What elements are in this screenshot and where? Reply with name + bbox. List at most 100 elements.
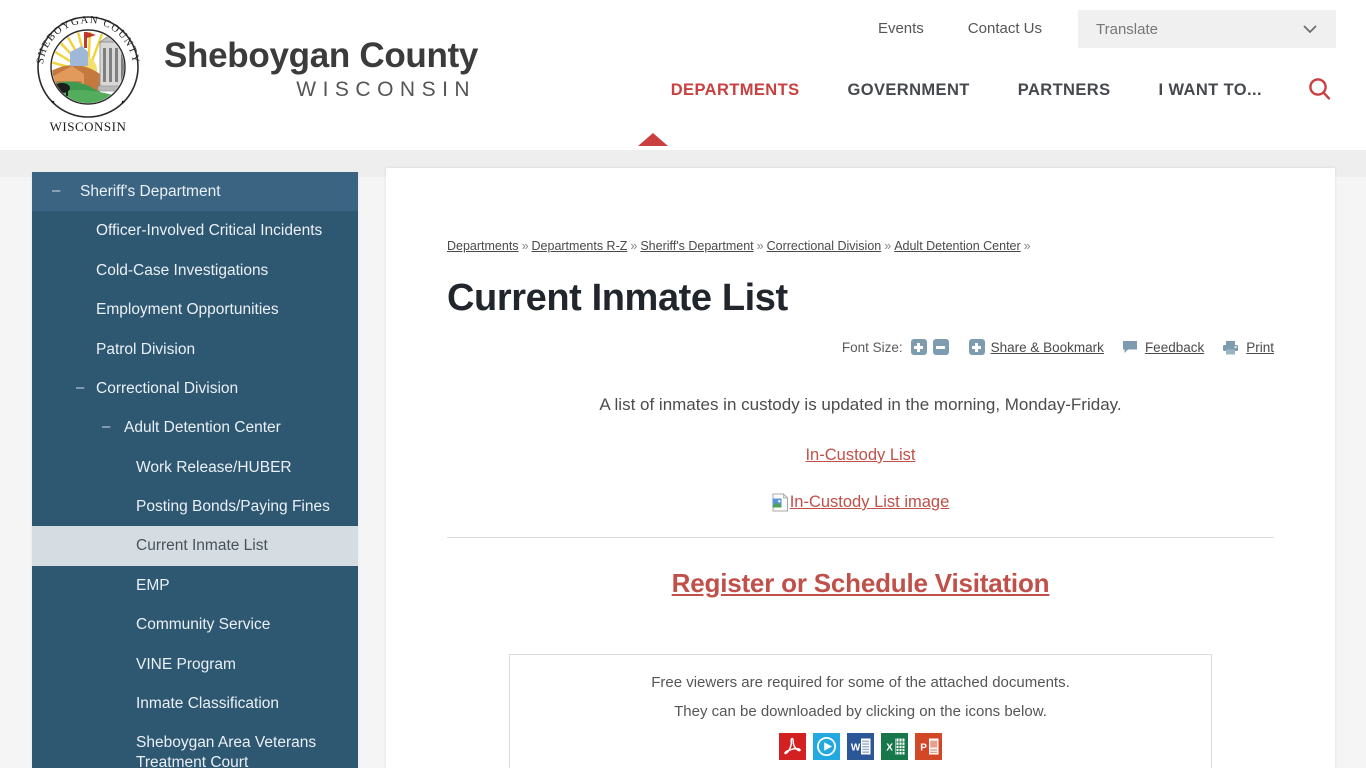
breadcrumb-separator: » <box>521 239 529 253</box>
free-viewer-icon-list: W X P <box>520 733 1201 761</box>
sidebar-item-sheriffs-department[interactable]: – Sheriff's Department <box>32 172 358 212</box>
increase-font-size-button[interactable] <box>910 339 927 356</box>
windows-media-player-icon <box>813 733 840 761</box>
sidebar-item-label: Cold-Case Investigations <box>96 261 269 279</box>
breadcrumb-link-correctional-division[interactable]: Correctional Division <box>767 239 882 253</box>
sidebar-item-label: Current Inmate List <box>136 537 268 555</box>
print-link[interactable]: Print <box>1246 340 1274 355</box>
sidebar-item-officer-involved-critical-incidents[interactable]: Officer-Involved Critical Incidents <box>32 211 358 250</box>
page-body: – Sheriff's Department Officer-Involved … <box>0 150 1366 768</box>
sidebar-item-inmate-classification[interactable]: Inmate Classification <box>32 684 358 723</box>
in-custody-list-image-link[interactable]: In-Custody List image <box>790 493 950 512</box>
utility-nav: Events Contact Us Translate <box>856 10 1336 48</box>
printer-icon <box>1222 340 1239 355</box>
in-custody-list-image-link-wrapper: In-Custody List image <box>447 493 1274 512</box>
sidebar-item-label: Employment Opportunities <box>96 301 279 319</box>
utility-link-contact-us[interactable]: Contact Us <box>946 10 1064 48</box>
active-nav-caret-icon <box>638 133 668 146</box>
breadcrumb-separator: » <box>756 239 764 253</box>
breadcrumb-separator: » <box>884 239 892 253</box>
nav-item-i-want-to[interactable]: I WANT TO... <box>1135 71 1287 109</box>
adobe-acrobat-reader-link[interactable] <box>779 733 806 761</box>
chevron-down-icon <box>1303 25 1317 33</box>
sidebar-item-posting-bonds-paying-fines[interactable]: Posting Bonds/Paying Fines <box>32 487 358 526</box>
org-state: WISCONSIN <box>296 78 477 102</box>
sidebar-item-label: Correctional Division <box>96 379 239 397</box>
sidebar-item-label: EMP <box>136 576 170 594</box>
search-button[interactable] <box>1300 70 1340 110</box>
sidebar-item-label: Sheboygan Area Veterans Treatment Court <box>136 734 317 768</box>
sidebar-item-correctional-division[interactable]: – Correctional Division <box>32 369 358 408</box>
sidebar-item-cold-case-investigations[interactable]: Cold-Case Investigations <box>32 251 358 290</box>
plus-square-icon-v <box>917 342 920 352</box>
search-icon <box>1309 78 1331 100</box>
free-viewers-line-2: They can be downloaded by clicking on th… <box>674 703 1047 721</box>
sidebar-item-label: Inmate Classification <box>136 694 280 712</box>
nav-item-government[interactable]: GOVERNMENT <box>824 71 994 109</box>
site-wordmark: Sheboygan County WISCONSIN <box>164 35 479 111</box>
sidebar-item-label: VINE Program <box>136 655 236 673</box>
minus-square-icon <box>936 346 946 349</box>
sidebar-item-label: Work Release/HUBER <box>136 458 292 476</box>
feedback-link[interactable]: Feedback <box>1145 340 1204 355</box>
sidebar-item-label: Adult Detention Center <box>124 419 281 437</box>
speech-bubble-icon <box>1122 340 1138 354</box>
share-bookmark-link[interactable]: Share & Bookmark <box>991 340 1104 355</box>
nav-item-departments[interactable]: DEPARTMENTS <box>647 71 824 109</box>
translate-label: Translate <box>1096 20 1158 38</box>
sidebar-item-patrol-division[interactable]: Patrol Division <box>32 330 358 369</box>
breadcrumb-link-sheriffs-department[interactable]: Sheriff's Department <box>640 239 753 253</box>
utility-link-events[interactable]: Events <box>856 10 946 48</box>
translate-select[interactable]: Translate <box>1078 10 1336 48</box>
section-sidebar-nav: – Sheriff's Department Officer-Involved … <box>32 172 358 768</box>
county-seal-icon: SHEBOYGAN COUNTY WISCONSIN <box>35 15 139 134</box>
microsoft-powerpoint-viewer-icon: P <box>915 733 942 761</box>
in-custody-list-link[interactable]: In-Custody List <box>447 446 1274 465</box>
svg-text:P: P <box>920 743 927 754</box>
breadcrumb-link-departments[interactable]: Departments <box>447 239 519 253</box>
site-header: SHEBOYGAN COUNTY WISCONSIN Sheboygan Cou… <box>0 0 1366 150</box>
microsoft-excel-viewer-link[interactable]: X <box>881 733 908 761</box>
sidebar-item-label: Patrol Division <box>96 340 196 358</box>
sidebar-item-current-inmate-list[interactable]: Current Inmate List <box>32 526 358 566</box>
svg-text:W: W <box>851 743 861 754</box>
windows-media-player-link[interactable] <box>813 733 840 761</box>
breadcrumb-link-adult-detention-center[interactable]: Adult Detention Center <box>894 239 1020 253</box>
org-name: Sheboygan County <box>164 35 479 75</box>
sidebar-item-label: Community Service <box>136 616 271 634</box>
microsoft-word-viewer-icon: W <box>847 733 874 761</box>
free-viewers-box: Free viewers are required for some of th… <box>509 653 1212 768</box>
collapse-dash-icon: – <box>76 378 85 396</box>
sidebar-item-adult-detention-center[interactable]: – Adult Detention Center <box>32 408 358 447</box>
breadcrumb-separator-trailing: » <box>1023 239 1031 253</box>
microsoft-powerpoint-viewer-link[interactable]: P <box>915 733 942 761</box>
register-schedule-visitation-link[interactable]: Register or Schedule Visitation <box>447 568 1274 599</box>
breadcrumb: Departments» Departments R-Z» Sheriff's De… <box>447 238 1274 256</box>
sidebar-item-label: Posting Bonds/Paying Fines <box>136 498 330 515</box>
sidebar-item-sheboygan-area-veterans-treatment-court[interactable]: Sheboygan Area Veterans Treatment Court <box>32 723 358 768</box>
collapse-dash-icon: – <box>102 418 111 436</box>
sidebar-item-label: Sheriff's Department <box>80 183 221 200</box>
sidebar-item-emp[interactable]: EMP <box>32 566 358 605</box>
collapse-dash-icon: – <box>52 182 61 199</box>
nav-item-partners[interactable]: PARTNERS <box>994 71 1135 109</box>
breadcrumb-link-departments-r-z[interactable]: Departments R-Z <box>532 239 628 253</box>
font-size-label: Font Size: <box>841 339 903 355</box>
main-nav: DEPARTMENTS GOVERNMENT PARTNERS I WANT T… <box>647 70 1340 110</box>
sidebar-item-community-service[interactable]: Community Service <box>32 605 358 644</box>
adobe-acrobat-reader-icon <box>779 733 806 761</box>
share-bookmark-icon[interactable] <box>968 339 985 356</box>
intro-paragraph: A list of inmates in custody is updated … <box>599 395 1122 415</box>
sidebar-item-employment-opportunities[interactable]: Employment Opportunities <box>32 290 358 329</box>
page-tools-toolbar: Font Size: Share & Bookmark Feedback Pri… <box>447 339 1274 356</box>
main-content-panel: Departments» Departments R-Z» Sheriff's De… <box>386 168 1335 768</box>
microsoft-word-viewer-link[interactable]: W <box>847 733 874 761</box>
sidebar-item-vine-program[interactable]: VINE Program <box>32 645 358 684</box>
svg-text:X: X <box>886 743 893 754</box>
site-logo[interactable]: SHEBOYGAN COUNTY WISCONSIN Sheboygan Cou… <box>26 12 478 136</box>
microsoft-excel-viewer-icon: X <box>881 733 908 761</box>
decrease-font-size-button[interactable] <box>932 339 949 356</box>
sidebar-item-work-release-huber[interactable]: Work Release/HUBER <box>32 448 358 487</box>
free-viewers-line-1: Free viewers are required for some of th… <box>651 673 1070 691</box>
broken-image-icon <box>772 492 789 512</box>
